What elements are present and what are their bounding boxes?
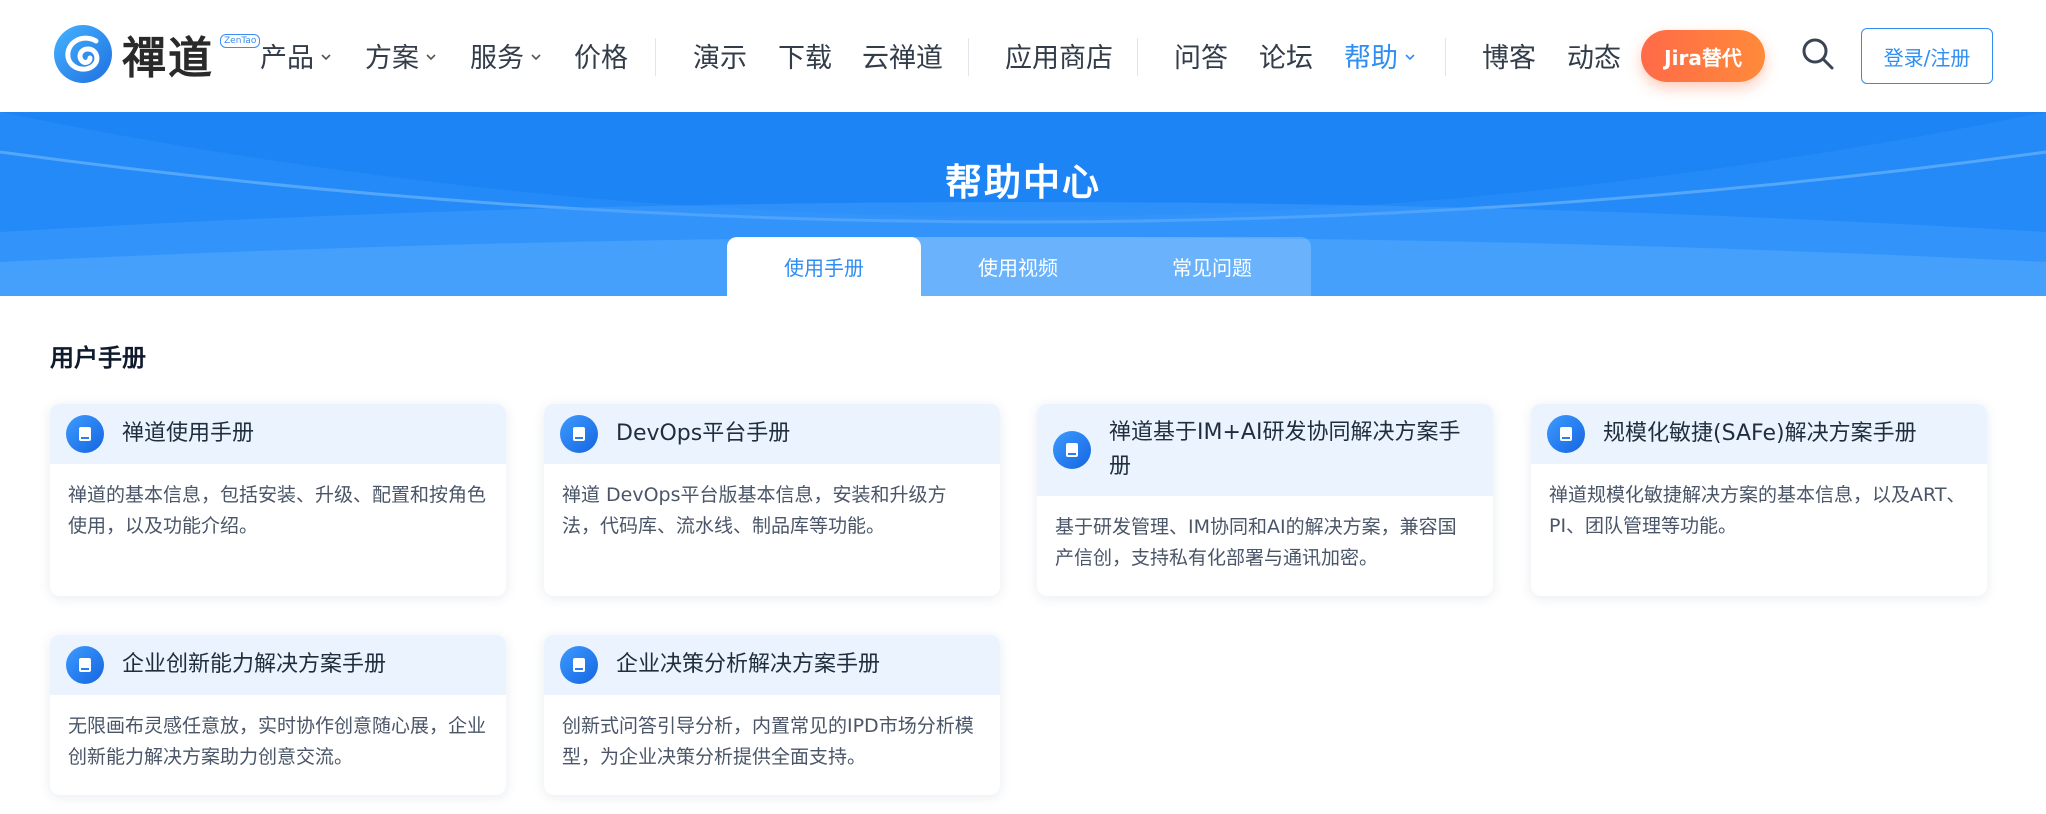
nav-item-help[interactable]: 帮助: [1344, 36, 1416, 75]
brand-tag: ZenTao: [220, 34, 261, 48]
nav-divider: [1445, 38, 1446, 76]
card-title: 禅道基于IM+AI研发协同解决方案手册: [1109, 420, 1461, 479]
top-navigation-bar: 禪道 ZenTao 产品 方案 服务 价格 演示 下载 云禅道 应用商店 问答 …: [0, 0, 2046, 112]
manual-card[interactable]: DevOps平台手册 禅道 DevOps平台版基本信息，安装和升级方法，代码库、…: [544, 404, 1000, 596]
tab-faq[interactable]: 常见问题: [1115, 237, 1309, 296]
card-title: 禅道使用手册: [122, 421, 255, 446]
manual-card[interactable]: 禅道基于IM+AI研发协同解决方案手册 基于研发管理、IM协同和AI的解决方案，…: [1037, 404, 1493, 596]
chevron-down-icon: [531, 53, 541, 60]
card-header: 企业创新能力解决方案手册: [50, 635, 506, 695]
card-header: DevOps平台手册: [544, 404, 1000, 464]
nav-item-label: 帮助: [1344, 43, 1398, 74]
nav-divider: [1137, 38, 1138, 76]
card-header: 企业决策分析解决方案手册: [544, 635, 1000, 695]
nav-item-label: 方案: [365, 43, 419, 74]
nav-item-label: 演示: [693, 43, 747, 74]
nav-item-label: 价格: [574, 43, 628, 74]
card-header: 禅道使用手册: [50, 404, 506, 464]
card-description: 创新式问答引导分析，内置常见的IPD市场分析模型，为企业决策分析提供全面支持。: [562, 715, 974, 768]
nav-item-products[interactable]: 产品: [260, 36, 332, 75]
jira-alternative-button[interactable]: Jira替代: [1641, 30, 1765, 82]
card-description: 禅道的基本信息，包括安装、升级、配置和按角色使用，以及功能介绍。: [68, 484, 487, 537]
zentao-logo[interactable]: 禪道 ZenTao: [52, 22, 261, 86]
book-icon: [1547, 415, 1585, 453]
card-title: 规模化敏捷(SAFe)解决方案手册: [1603, 421, 1917, 446]
nav-item-label: 应用商店: [1005, 43, 1113, 74]
card-title: 企业决策分析解决方案手册: [616, 652, 881, 677]
nav-item-label: 问答: [1174, 43, 1228, 74]
nav-item-label: 云禅道: [862, 43, 943, 74]
help-tabs: 使用手册 使用视频 常见问题: [727, 237, 1311, 296]
nav-item-demo[interactable]: 演示: [693, 36, 747, 75]
card-title: DevOps平台手册: [616, 421, 791, 446]
manual-card[interactable]: 禅道使用手册 禅道的基本信息，包括安装、升级、配置和按角色使用，以及功能介绍。: [50, 404, 506, 596]
card-description: 基于研发管理、IM协同和AI的解决方案，兼容国产信创，支持私有化部署与通讯加密。: [1055, 516, 1457, 569]
nav-item-qa[interactable]: 问答: [1174, 36, 1228, 75]
manual-card[interactable]: 规模化敏捷(SAFe)解决方案手册 禅道规模化敏捷解决方案的基本信息，以及ART…: [1531, 404, 1987, 596]
chevron-down-icon: [426, 53, 436, 60]
book-icon: [560, 415, 598, 453]
brand-name: 禪道: [122, 33, 214, 84]
card-description: 无限画布灵感任意放，实时协作创意随心展，企业创新能力解决方案助力创意交流。: [68, 715, 487, 768]
book-icon: [66, 646, 104, 684]
nav-divider: [655, 38, 656, 76]
card-title: 企业创新能力解决方案手册: [122, 652, 387, 677]
book-icon: [1053, 431, 1091, 469]
nav-item-label: 产品: [260, 43, 314, 74]
chevron-down-icon: [321, 53, 331, 60]
zentao-logo-icon: [54, 25, 112, 83]
nav-item-download[interactable]: 下载: [778, 36, 832, 75]
section-title: 用户手册: [50, 344, 146, 372]
tab-user-manual[interactable]: 使用手册: [727, 237, 921, 296]
page-title: 帮助中心: [945, 161, 1101, 204]
help-center-banner: 帮助中心 使用手册 使用视频 常见问题: [0, 112, 2046, 296]
nav-item-label: 论坛: [1259, 43, 1313, 74]
manual-card[interactable]: 企业创新能力解决方案手册 无限画布灵感任意放，实时协作创意随心展，企业创新能力解…: [50, 635, 506, 795]
nav-item-blog[interactable]: 博客: [1482, 36, 1536, 75]
login-register-button[interactable]: 登录/注册: [1861, 28, 1993, 84]
nav-item-label: 下载: [778, 43, 832, 74]
nav-item-solutions[interactable]: 方案: [365, 36, 437, 75]
nav-item-pricing[interactable]: 价格: [574, 36, 628, 75]
card-header: 规模化敏捷(SAFe)解决方案手册: [1531, 404, 1987, 464]
nav-item-news[interactable]: 动态: [1567, 36, 1621, 75]
nav-item-cloud[interactable]: 云禅道: [862, 36, 943, 75]
book-icon: [66, 415, 104, 453]
nav-item-app-store[interactable]: 应用商店: [1005, 36, 1113, 75]
search-icon[interactable]: [1800, 36, 1836, 72]
nav-item-label: 博客: [1482, 43, 1536, 74]
nav-item-services[interactable]: 服务: [470, 36, 542, 75]
chevron-down-icon: [1405, 53, 1415, 60]
tab-videos[interactable]: 使用视频: [921, 237, 1115, 296]
card-description: 禅道 DevOps平台版基本信息，安装和升级方法，代码库、流水线、制品库等功能。: [562, 484, 947, 537]
manual-card[interactable]: 企业决策分析解决方案手册 创新式问答引导分析，内置常见的IPD市场分析模型，为企…: [544, 635, 1000, 795]
card-description: 禅道规模化敏捷解决方案的基本信息，以及ART、PI、团队管理等功能。: [1549, 484, 1966, 537]
nav-item-label: 动态: [1567, 43, 1621, 74]
nav-item-forum[interactable]: 论坛: [1259, 36, 1313, 75]
card-header: 禅道基于IM+AI研发协同解决方案手册: [1037, 404, 1493, 496]
nav-item-label: 服务: [470, 43, 524, 74]
book-icon: [560, 646, 598, 684]
nav-divider: [968, 38, 969, 76]
